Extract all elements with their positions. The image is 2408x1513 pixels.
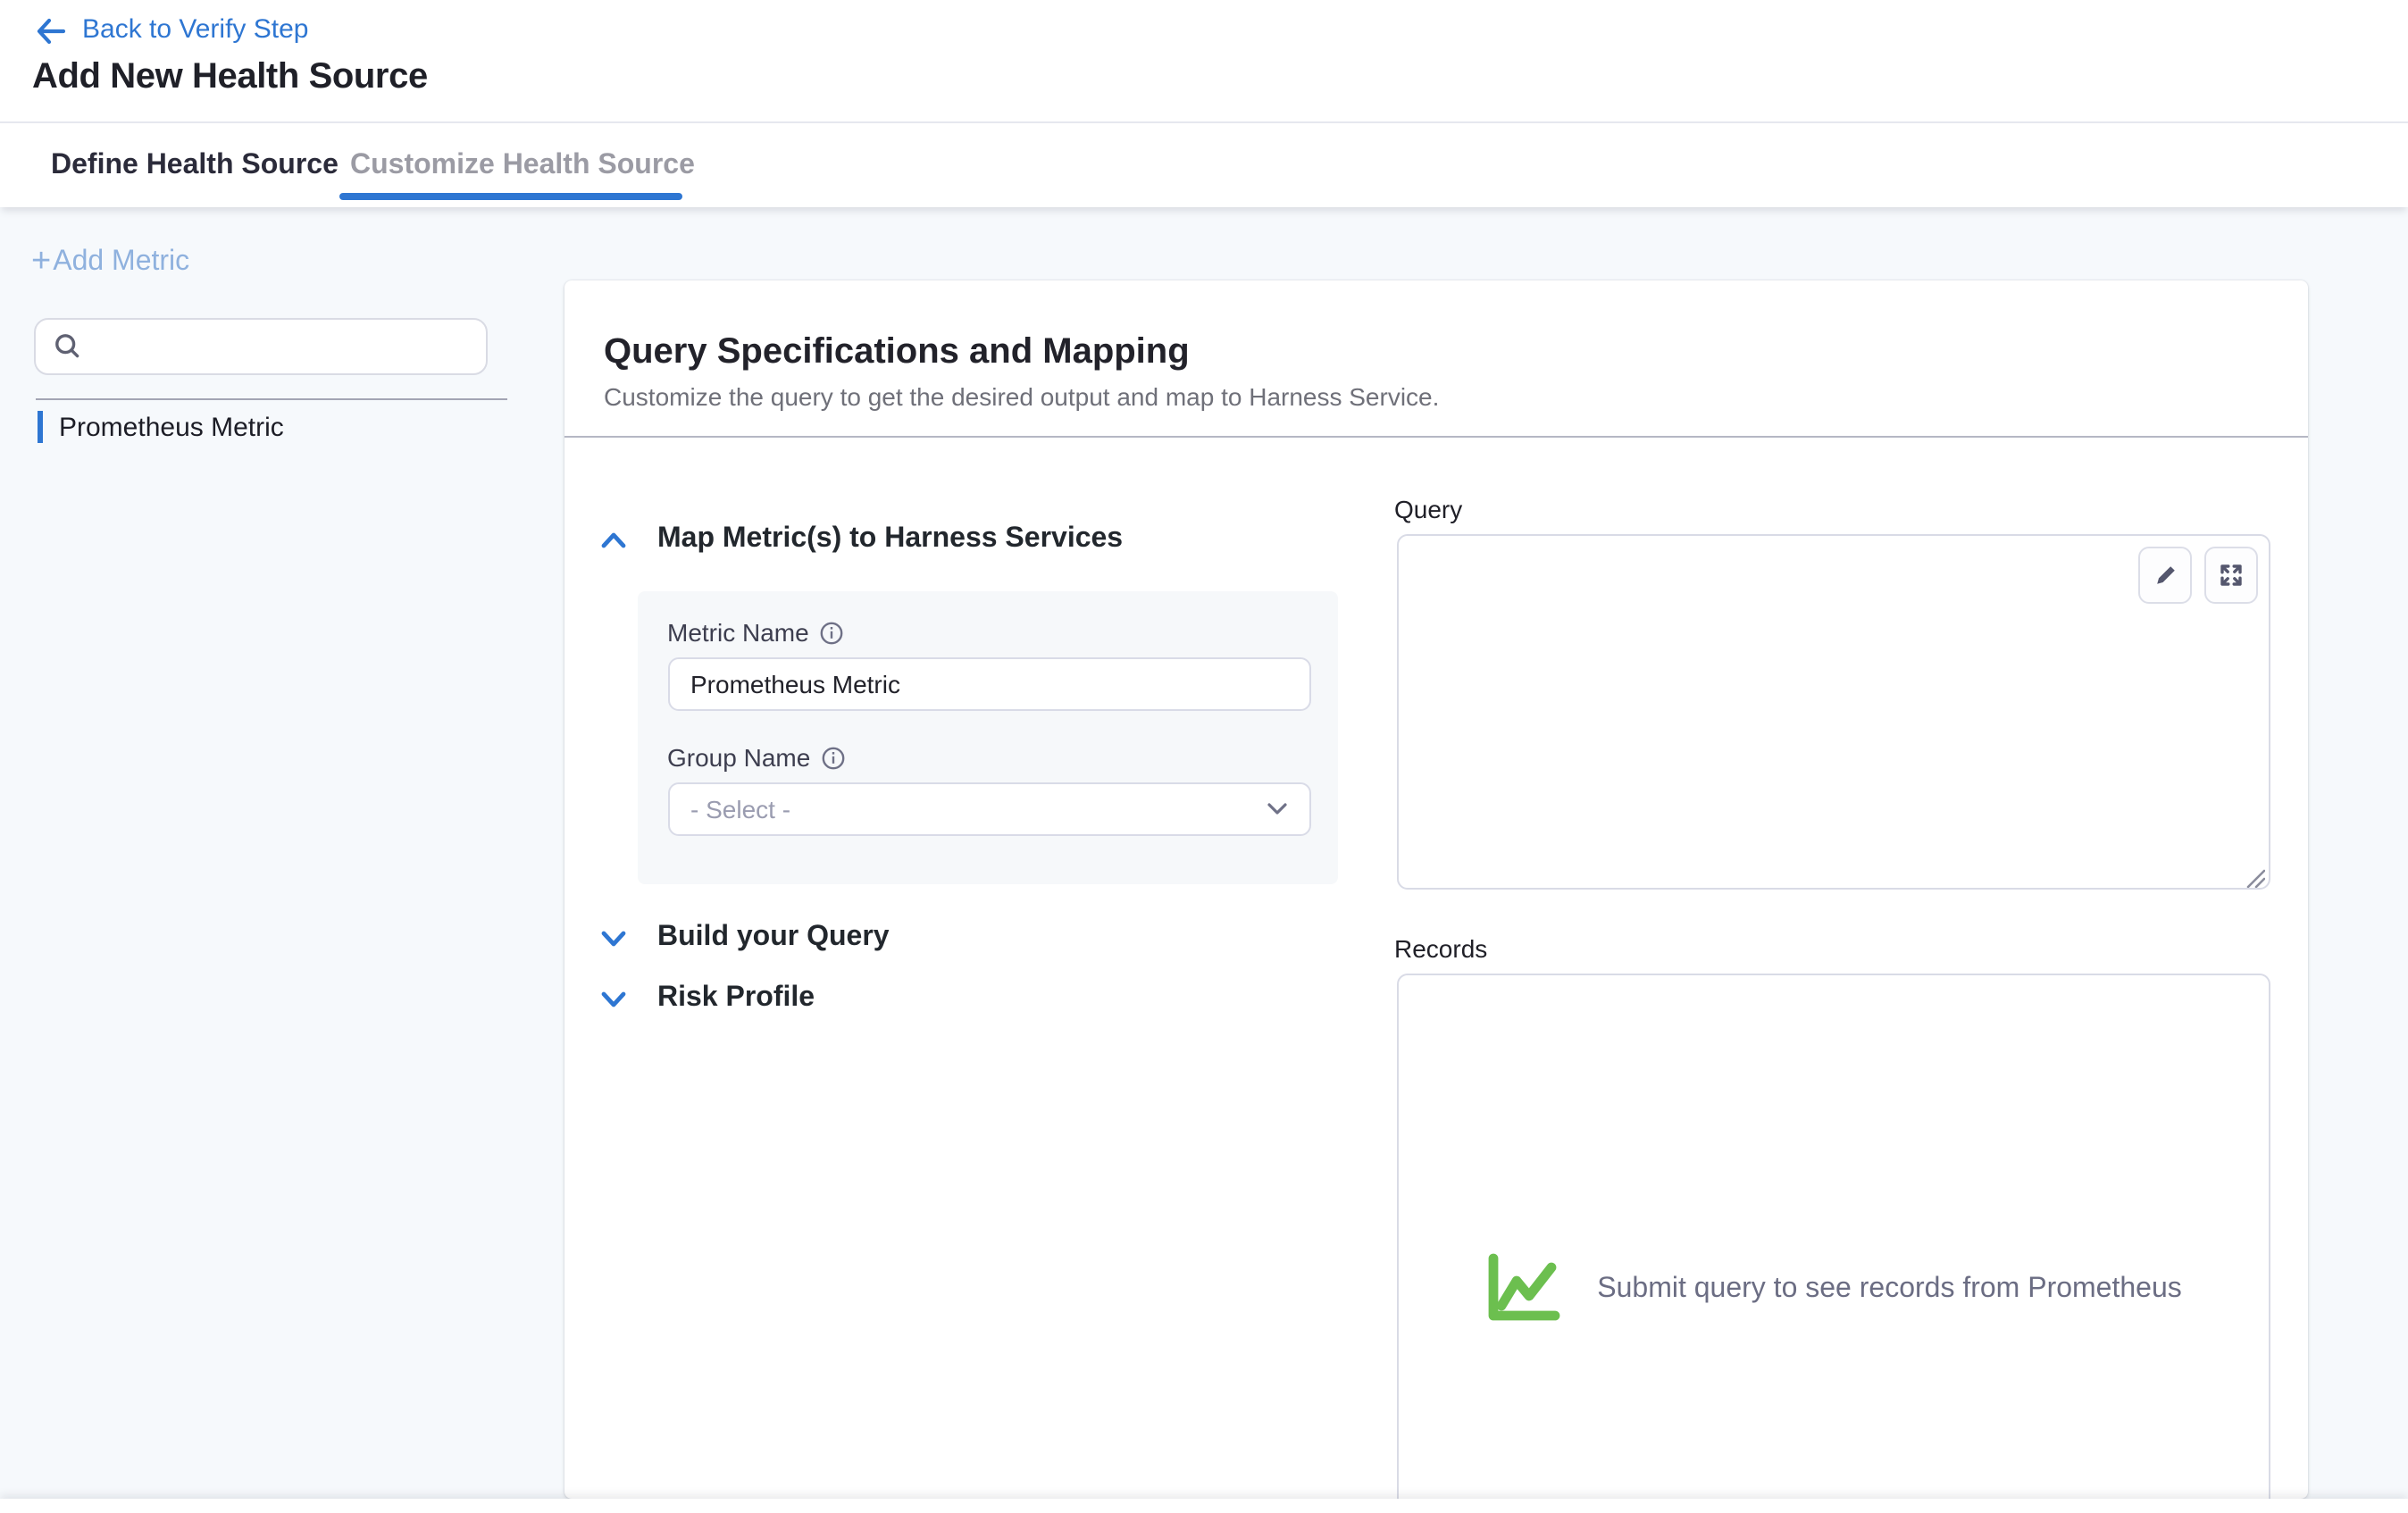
fullscreen-expand-icon: [2219, 563, 2244, 588]
expand-query-button[interactable]: [2204, 547, 2258, 604]
pencil-icon: [2153, 563, 2178, 588]
edit-query-button[interactable]: [2138, 547, 2192, 604]
chevron-down-icon: [1266, 802, 1287, 816]
card-subheading: Customize the query to get the desired o…: [604, 382, 1439, 411]
section-map-metrics[interactable]: Map Metric(s) to Harness Services: [600, 523, 1123, 556]
sidebar-divider: [35, 397, 506, 400]
card-heading: Query Specifications and Mapping: [604, 332, 1190, 373]
tab-customize-health-source[interactable]: Customize Health Source: [350, 149, 695, 181]
group-name-label-text: Group Name: [667, 743, 810, 772]
tab-bar: Define Health Source Customize Health So…: [0, 122, 2408, 207]
metric-item-label: Prometheus Metric: [59, 412, 284, 442]
group-name-select[interactable]: - Select -: [667, 782, 1310, 836]
records-empty-message: Submit query to see records from Prometh…: [1597, 1273, 2182, 1305]
section-build-your-query[interactable]: Build your Query: [600, 922, 890, 954]
add-metric-label: Add Metric: [53, 247, 189, 279]
header-title-row: Back to Verify Step Add New Health Sourc…: [0, 0, 2408, 122]
line-chart-icon: [1484, 1252, 1574, 1325]
metric-name-label-text: Metric Name: [667, 618, 809, 647]
tab-define-health-source[interactable]: Define Health Source: [51, 149, 339, 181]
records-label: Records: [1394, 934, 1487, 963]
metric-search-input[interactable]: [34, 318, 488, 375]
section-risk-profile[interactable]: Risk Profile: [600, 982, 815, 1015]
metric-name-label: Metric Name: [667, 618, 843, 647]
metrics-sidebar: + Add Metric Prometheus Metric: [0, 207, 564, 1513]
group-name-label: Group Name: [667, 743, 844, 772]
section-build-your-query-label: Build your Query: [657, 922, 890, 954]
metric-list-item[interactable]: Prometheus Metric: [37, 411, 284, 443]
info-icon[interactable]: [821, 746, 844, 769]
page-title: Add New Health Source: [32, 57, 428, 98]
chevron-down-icon: [600, 989, 627, 1008]
query-toolbar: [2138, 547, 2258, 604]
footer-strip: [0, 1498, 2408, 1513]
query-textarea[interactable]: [1396, 534, 2270, 890]
section-map-metrics-label: Map Metric(s) to Harness Services: [657, 523, 1123, 556]
page: Back to Verify Step Add New Health Sourc…: [0, 0, 2408, 1513]
query-specifications-card: Query Specifications and Mapping Customi…: [564, 280, 2307, 1499]
selected-metric-indicator: [37, 412, 43, 443]
metric-name-input[interactable]: [667, 657, 1310, 711]
page-header: Back to Verify Step Add New Health Sourc…: [0, 0, 2408, 207]
metric-search: [34, 318, 488, 375]
chevron-up-icon: [600, 530, 627, 549]
card-divider: [564, 435, 2307, 438]
plus-icon: +: [31, 247, 51, 279]
textarea-resize-grip-icon[interactable]: [2245, 865, 2265, 884]
group-name-placeholder: - Select -: [690, 795, 790, 823]
back-to-verify-step-link[interactable]: Back to Verify Step: [36, 14, 308, 46]
records-panel: Submit query to see records from Prometh…: [1396, 974, 2270, 1499]
records-empty-state: Submit query to see records from Prometh…: [1398, 1252, 2269, 1325]
info-icon[interactable]: [820, 621, 843, 644]
map-metric-form-panel: Metric Name Group Name - Select -: [638, 591, 1338, 884]
add-metric-button[interactable]: + Add Metric: [31, 247, 189, 279]
search-icon: [54, 332, 82, 361]
back-arrow-icon: [36, 17, 66, 44]
query-label: Query: [1394, 495, 1462, 523]
section-risk-profile-label: Risk Profile: [657, 982, 815, 1015]
chevron-down-icon: [600, 928, 627, 948]
active-tab-underline: [339, 193, 682, 200]
back-link-label: Back to Verify Step: [82, 14, 308, 46]
